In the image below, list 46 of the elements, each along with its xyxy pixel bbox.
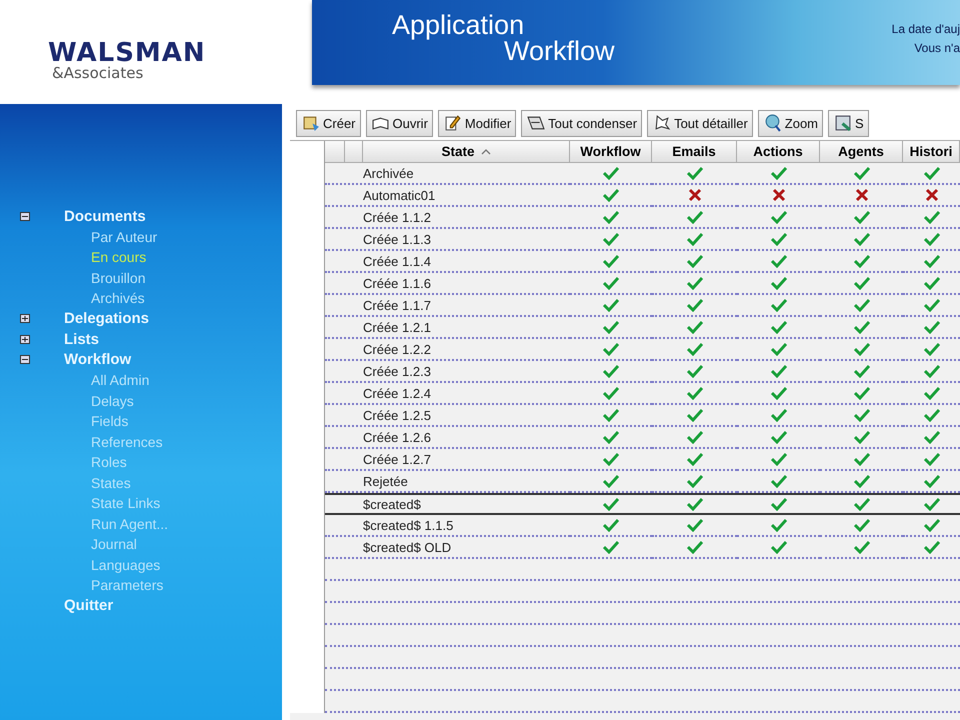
table-row[interactable]: Créée 1.2.7 [325, 449, 570, 471]
table-row[interactable]: $created$ [325, 493, 570, 515]
collapse-icon [526, 114, 546, 132]
table-row[interactable]: Créée 1.2.4 [325, 383, 570, 405]
table-row[interactable]: Automatic01 [325, 185, 570, 207]
sidebar-item[interactable]: Documents [64, 208, 146, 225]
column-header[interactable]: Histori [903, 141, 960, 163]
user-text: Vous n'a [914, 40, 960, 57]
toolbar-button[interactable]: Zoom [758, 110, 824, 136]
app-title: Workflow [504, 38, 615, 64]
create-icon [301, 114, 321, 132]
table-row[interactable]: Créée 1.1.4 [325, 251, 570, 273]
app-title: Application [392, 12, 526, 38]
date-text: La date d'auj [892, 21, 960, 38]
column-header[interactable]: Emails [652, 141, 737, 163]
toolbar-button[interactable]: Créer [296, 110, 361, 136]
table-row[interactable]: Créée 1.1.7 [325, 295, 570, 317]
column-header[interactable]: State [363, 141, 570, 163]
edit-icon [442, 114, 463, 132]
table-row[interactable]: Créée 1.2.6 [325, 427, 570, 449]
table-row[interactable]: Créée 1.2.3 [325, 361, 570, 383]
collapse-icon[interactable] [20, 355, 30, 364]
logo-tagline: &Associates [52, 66, 144, 80]
sort-icon [480, 148, 490, 155]
table-row[interactable]: Archivée [325, 163, 570, 185]
toolbar-button[interactable]: S [828, 110, 869, 136]
table-row[interactable]: Créée 1.1.2 [325, 207, 570, 229]
table-row[interactable]: Créée 1.2.5 [325, 405, 570, 427]
toolbar-button[interactable]: Tout condenser [521, 110, 642, 136]
toolbar-button[interactable]: Modifier [438, 110, 516, 136]
logo-text: WALSMAN [48, 40, 206, 66]
table-row[interactable]: $created$ OLD [325, 537, 570, 559]
table-row[interactable]: $created$ 1.1.5 [325, 515, 570, 537]
toolbar-button[interactable]: Tout détailler [647, 110, 753, 136]
column-header[interactable]: Agents [820, 141, 903, 163]
toolbar-button[interactable]: Ouvrir [366, 110, 433, 136]
table-row[interactable]: Rejetée [325, 471, 570, 493]
column-header[interactable]: Actions [737, 141, 820, 163]
table-row[interactable]: Créée 1.1.3 [325, 229, 570, 251]
table-row[interactable]: Créée 1.2.1 [325, 317, 570, 339]
zoom-icon [762, 114, 783, 132]
collapse-icon[interactable] [20, 212, 30, 221]
table-row[interactable]: Créée 1.1.6 [325, 273, 570, 295]
column-header[interactable]: Workflow [570, 141, 652, 163]
save-icon [833, 114, 854, 132]
table-row[interactable]: Créée 1.2.2 [325, 339, 570, 361]
